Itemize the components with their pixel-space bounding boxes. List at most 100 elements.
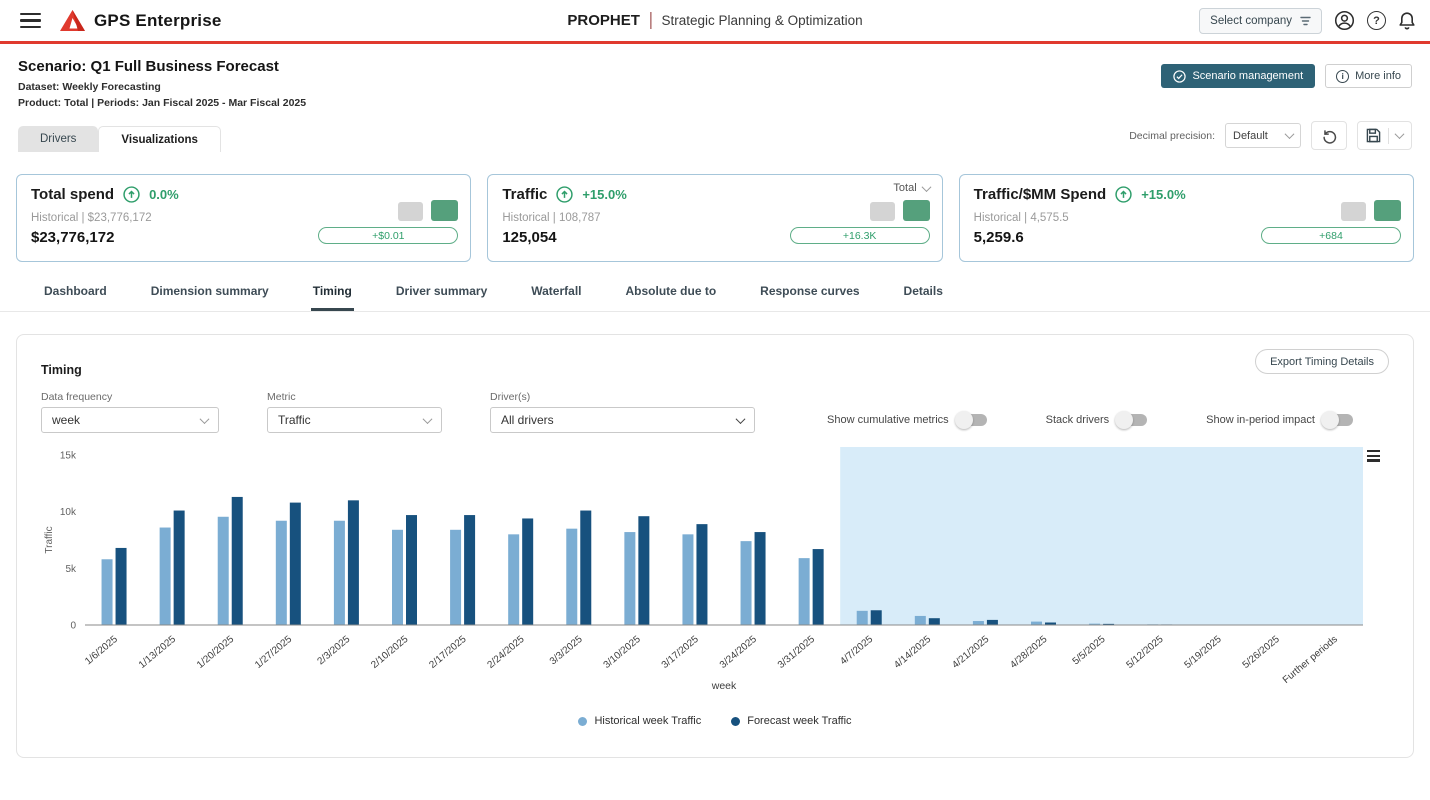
svg-text:5/19/2025: 5/19/2025 xyxy=(1183,634,1224,671)
svg-text:2/17/2025: 2/17/2025 xyxy=(427,634,468,671)
svg-text:5/26/2025: 5/26/2025 xyxy=(1241,634,1282,671)
save-chevron-down-icon xyxy=(1395,129,1405,139)
timing-chart[interactable]: 05k10k15kTraffic1/6/20251/13/20251/20/20… xyxy=(41,443,1389,713)
tab-waterfall[interactable]: Waterfall xyxy=(529,284,583,311)
historical-swatch-toggle[interactable] xyxy=(870,202,895,221)
svg-text:5/5/2025: 5/5/2025 xyxy=(1071,634,1108,668)
kpi-dimension-value: Total xyxy=(893,182,916,194)
kpi-delta: +15.0% xyxy=(1141,187,1185,202)
tab-response-curves[interactable]: Response curves xyxy=(758,284,861,311)
svg-text:Traffic: Traffic xyxy=(44,526,55,553)
scenario-dataset: Dataset: Weekly Forecasting xyxy=(18,81,306,93)
check-circle-icon xyxy=(1173,70,1186,83)
legend-dot-historical xyxy=(578,717,587,726)
hamburger-menu-icon[interactable] xyxy=(14,7,47,35)
historical-swatch-toggle[interactable] xyxy=(1341,202,1366,221)
svg-text:3/17/2025: 3/17/2025 xyxy=(660,634,701,671)
chart-menu-icon[interactable] xyxy=(1364,447,1383,465)
forecast-swatch-toggle[interactable] xyxy=(1374,200,1401,221)
kpi-delta: 0.0% xyxy=(149,187,179,202)
kpi-dimension-select[interactable]: Total xyxy=(893,181,929,195)
tab-visualizations[interactable]: Visualizations xyxy=(98,126,220,152)
stack-drivers-switch[interactable] xyxy=(1117,414,1147,426)
export-timing-details-button[interactable]: Export Timing Details xyxy=(1255,349,1389,374)
tab-timing[interactable]: Timing xyxy=(311,284,354,311)
decimal-precision-select[interactable]: Default xyxy=(1225,123,1301,148)
scenario-title: Scenario: Q1 Full Business Forecast xyxy=(18,58,306,75)
svg-text:4/7/2025: 4/7/2025 xyxy=(838,634,875,668)
tab-driver-summary[interactable]: Driver summary xyxy=(394,284,489,311)
chevron-down-icon xyxy=(423,414,433,424)
select-company-button[interactable]: Select company xyxy=(1199,8,1322,34)
svg-text:3/10/2025: 3/10/2025 xyxy=(602,634,643,671)
drivers-select[interactable]: All drivers xyxy=(490,407,755,433)
notifications-icon[interactable] xyxy=(1398,11,1416,31)
kpi-title: Total spend xyxy=(31,186,114,203)
svg-text:Further periods: Further periods xyxy=(1281,634,1340,686)
more-info-label: More info xyxy=(1355,70,1401,82)
tab-drivers[interactable]: Drivers xyxy=(18,126,98,152)
toggle-show-in-period-impact[interactable]: Show in-period impact xyxy=(1206,414,1353,426)
kpi-row: Total spend 0.0% Historical | $23,776,17… xyxy=(0,152,1430,262)
tab-dashboard[interactable]: Dashboard xyxy=(42,284,109,311)
scenario-header: Scenario: Q1 Full Business Forecast Data… xyxy=(0,44,1430,109)
svg-text:1/6/2025: 1/6/2025 xyxy=(83,634,120,668)
chevron-down-icon xyxy=(200,414,210,424)
info-icon: i xyxy=(1336,70,1349,83)
tab-details[interactable]: Details xyxy=(902,284,945,311)
kpi-title: Traffic/$MM Spend xyxy=(974,186,1107,203)
help-icon[interactable]: ? xyxy=(1367,11,1386,30)
svg-text:15k: 15k xyxy=(60,451,77,462)
data-frequency-value: week xyxy=(52,413,80,427)
historical-swatch-toggle[interactable] xyxy=(398,202,423,221)
toggle-label: Show in-period impact xyxy=(1206,414,1315,426)
svg-text:10k: 10k xyxy=(60,507,77,518)
svg-text:1/27/2025: 1/27/2025 xyxy=(253,634,294,671)
forecast-swatch-toggle[interactable] xyxy=(903,200,930,221)
svg-text:2/10/2025: 2/10/2025 xyxy=(369,634,410,671)
legend-item-forecast[interactable]: Forecast week Traffic xyxy=(731,715,851,727)
filter-row: Data frequency week Metric Traffic Drive… xyxy=(41,391,1389,433)
kpi-card-traffic: Traffic +15.0% Historical | 108,787 125,… xyxy=(487,174,942,262)
data-frequency-select[interactable]: week xyxy=(41,407,219,433)
arrow-up-icon xyxy=(123,186,140,203)
cumulative-metrics-switch[interactable] xyxy=(957,414,987,426)
forecast-swatch-toggle[interactable] xyxy=(431,200,458,221)
chevron-down-icon xyxy=(921,182,931,192)
toggles-group: Show cumulative metrics Stack drivers Sh… xyxy=(827,407,1353,433)
scenario-product-periods: Product: Total | Periods: Jan Fiscal 202… xyxy=(18,97,306,109)
legend-item-historical[interactable]: Historical week Traffic xyxy=(578,715,701,727)
metric-select[interactable]: Traffic xyxy=(267,407,442,433)
in-period-impact-switch[interactable] xyxy=(1323,414,1353,426)
kpi-adjustment-pill[interactable]: +684 xyxy=(1261,227,1401,244)
svg-text:3/31/2025: 3/31/2025 xyxy=(776,634,817,671)
drivers-value: All drivers xyxy=(501,413,554,427)
top-bar: GPS Enterprise PROPHET Strategic Plannin… xyxy=(0,0,1430,44)
tab-absolute-due-to[interactable]: Absolute due to xyxy=(623,284,718,311)
account-icon[interactable] xyxy=(1334,10,1355,31)
kpi-adjustment-pill[interactable]: +$0.01 xyxy=(318,227,458,244)
more-info-button[interactable]: i More info xyxy=(1325,64,1412,88)
switch-knob xyxy=(1321,411,1339,429)
scenario-management-button[interactable]: Scenario management xyxy=(1161,64,1315,88)
svg-text:1/13/2025: 1/13/2025 xyxy=(137,634,178,671)
scenario-management-label: Scenario management xyxy=(1192,70,1303,82)
chevron-down-icon xyxy=(1285,129,1295,139)
legend-label: Forecast week Traffic xyxy=(747,715,851,727)
bar-chart[interactable]: 05k10k15kTraffic1/6/20251/13/20251/20/20… xyxy=(41,443,1371,708)
svg-text:4/14/2025: 4/14/2025 xyxy=(892,634,933,671)
legend-dot-forecast xyxy=(731,717,740,726)
history-undo-button[interactable] xyxy=(1311,121,1347,150)
svg-text:1/20/2025: 1/20/2025 xyxy=(195,634,236,671)
toggle-show-cumulative-metrics[interactable]: Show cumulative metrics xyxy=(827,414,987,426)
divider xyxy=(1388,128,1389,144)
metric-value: Traffic xyxy=(278,413,311,427)
tab-dimension-summary[interactable]: Dimension summary xyxy=(149,284,271,311)
svg-text:3/3/2025: 3/3/2025 xyxy=(548,634,585,668)
svg-text:2/24/2025: 2/24/2025 xyxy=(485,634,526,671)
toggle-stack-drivers[interactable]: Stack drivers xyxy=(1046,414,1148,426)
toolbar-row: Drivers Visualizations Decimal precision… xyxy=(0,109,1430,152)
drivers-label: Driver(s) xyxy=(490,391,755,403)
kpi-adjustment-pill[interactable]: +16.3K xyxy=(790,227,930,244)
save-button[interactable] xyxy=(1357,121,1412,150)
